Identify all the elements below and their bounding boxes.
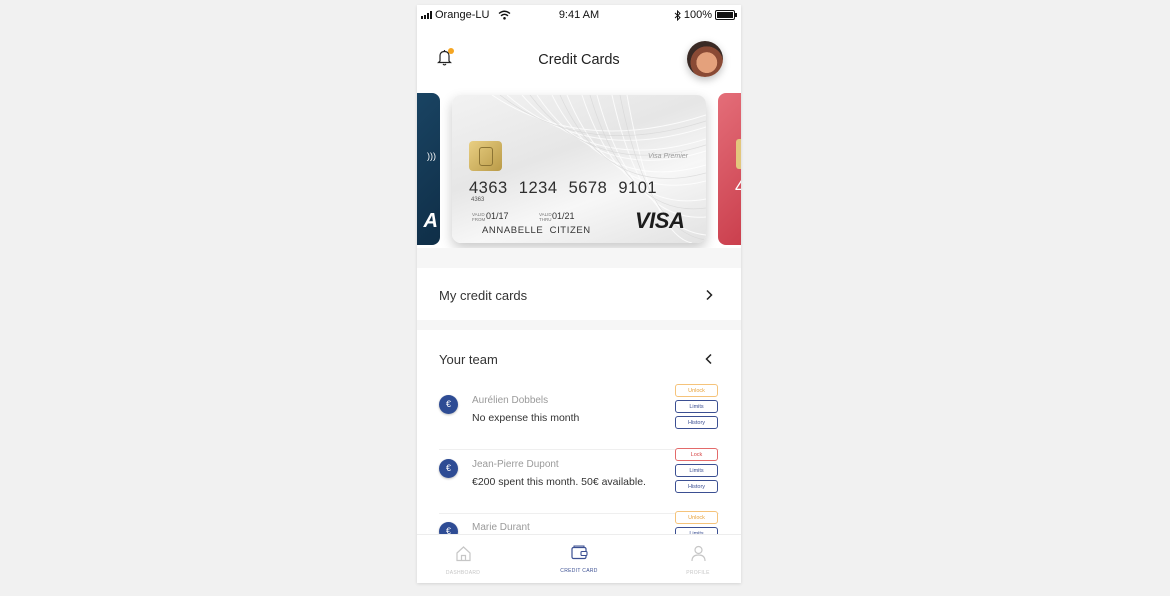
card-carousel[interactable]: ))) A Visa Premier 4363 1234 5678 9101 4… [417, 93, 741, 248]
card-brand-small: Visa Premier [648, 153, 688, 160]
visa-logo: VISA [635, 208, 685, 233]
card-holder: ANNABELLE CITIZEN [482, 225, 591, 236]
bluetooth-icon [674, 9, 681, 21]
history-button[interactable]: History [675, 416, 718, 429]
euro-icon: € [439, 395, 458, 414]
tab-bar: DASHBOARD CREDIT CARD PROFILE [417, 534, 741, 583]
battery-icon [715, 10, 737, 20]
avatar[interactable] [687, 41, 723, 77]
status-right: 100% [674, 9, 737, 21]
contactless-icon: ))) [427, 151, 436, 161]
previous-card[interactable]: ))) A [417, 93, 440, 245]
unlock-button[interactable]: Unlock [675, 511, 718, 524]
phone-screen: Orange-LU 9:41 AM 100% Credit Cards))) … [417, 5, 741, 583]
limits-button[interactable]: Limits [675, 400, 718, 413]
valid-from: 01/17 [486, 211, 509, 221]
team-section-title: Your team [439, 352, 498, 367]
my-credit-cards-label: My credit cards [439, 288, 528, 303]
next-card[interactable]: 4 [718, 93, 741, 245]
card-number: 4363 1234 5678 9101 [469, 179, 658, 197]
next-card-chip [736, 139, 741, 169]
previous-card-brand: A [423, 210, 438, 232]
history-button[interactable]: History [675, 480, 718, 493]
card-chip [469, 141, 502, 171]
battery-percent: 100% [683, 9, 712, 21]
tab-dashboard[interactable]: DASHBOARD [423, 545, 503, 576]
team-member-row[interactable]: € Aurélien Dobbels No expense this month… [417, 384, 741, 450]
tab-label: DASHBOARD [445, 570, 481, 576]
lock-button[interactable]: Lock [675, 448, 718, 461]
tab-label: PROFILE [686, 570, 710, 576]
status-bar: Orange-LU 9:41 AM 100% [417, 5, 741, 25]
valid-from-label: VALID FROM [472, 212, 486, 222]
team-member-row[interactable]: € Jean-Pierre Dupont €200 spent this mon… [417, 448, 741, 514]
selected-credit-card[interactable]: Visa Premier 4363 1234 5678 9101 4363 VA… [452, 95, 706, 243]
card-number-small: 4363 [471, 197, 485, 203]
member-spending: No expense this month [472, 412, 580, 424]
member-spending: €200 spent this month. 50€ available. [472, 476, 646, 488]
valid-thru-label: VALID THRU [539, 212, 552, 222]
member-name: Marie Durant [472, 522, 530, 533]
chevron-right-icon [706, 289, 713, 301]
my-credit-cards-row[interactable]: My credit cards [417, 268, 741, 320]
member-name: Jean-Pierre Dupont [472, 459, 559, 470]
chevron-left-icon[interactable] [705, 353, 713, 365]
tab-credit-card[interactable]: CREDIT CARD [539, 545, 619, 574]
tab-label: CREDIT CARD [560, 568, 598, 574]
divider [417, 248, 741, 268]
app-header: Credit Cards [417, 35, 741, 85]
home-icon [455, 546, 471, 562]
member-name: Aurélien Dobbels [472, 395, 549, 406]
tab-profile[interactable]: PROFILE [658, 545, 738, 576]
next-card-number: 4 [735, 177, 741, 197]
wallet-icon [570, 545, 588, 560]
valid-thru: 01/21 [552, 211, 575, 221]
euro-icon: € [439, 459, 458, 478]
divider [417, 320, 741, 330]
person-icon [690, 545, 706, 562]
unlock-button[interactable]: Unlock [675, 384, 718, 397]
limits-button[interactable]: Limits [675, 464, 718, 477]
